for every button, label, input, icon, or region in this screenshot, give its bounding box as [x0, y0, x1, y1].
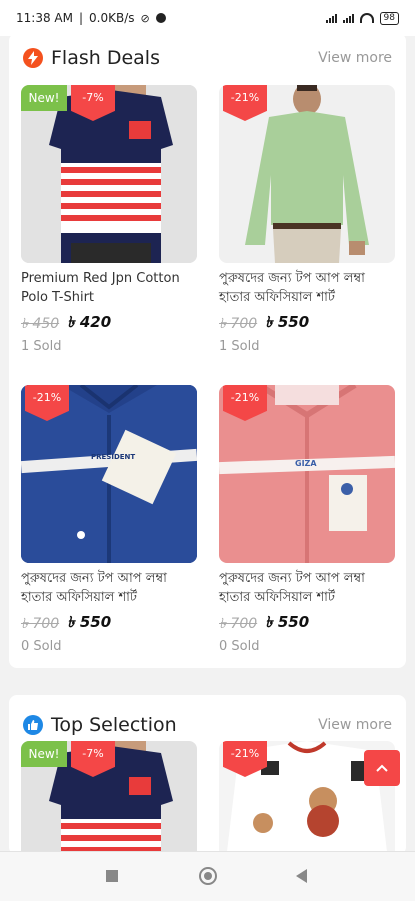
old-price: ৳ 700 [21, 615, 60, 632]
lightning-icon [23, 48, 43, 68]
flash-deals-title-wrap: Flash Deals [23, 47, 160, 69]
scroll-to-top-button[interactable] [364, 750, 400, 786]
product-title[interactable]: পুরুষদের জন্য টপ আপ লম্বা হাতার অফিসিয়া… [21, 569, 197, 607]
sold-count: 0 Sold [219, 639, 260, 654]
wifi-icon [359, 13, 374, 23]
old-price: ৳ 450 [21, 315, 60, 332]
battery-icon: 98 [379, 11, 399, 25]
new-badge: New! [21, 741, 67, 767]
product-card[interactable]: New! -7% [21, 741, 197, 855]
current-price: ৳ 550 [265, 613, 310, 631]
brand-label: PRESIDENT [91, 453, 136, 461]
product-image[interactable]: New! -7% [21, 85, 197, 263]
signal-icon [325, 13, 337, 23]
top-selection-section: Top Selection View more New! -7% -21% [9, 695, 406, 855]
top-selection-title-wrap: Top Selection [23, 714, 177, 736]
product-image[interactable]: New! -7% [21, 741, 197, 855]
product-image[interactable]: GIZA -21% [219, 385, 395, 563]
old-price: ৳ 700 [219, 615, 258, 632]
price-row: ৳ 700 ৳ 550 [21, 611, 111, 636]
product-card[interactable]: PRESIDENT -21% পুরুষদের জন্য টপ আপ লম্বা… [21, 385, 197, 675]
product-card[interactable]: New! -7% Premium Red Jpn Cotton Polo T-S… [21, 85, 197, 375]
chevron-up-icon [376, 764, 388, 772]
price-row: ৳ 700 ৳ 550 [219, 311, 309, 336]
product-card[interactable]: -21% পুরুষদের জন্য টপ আপ লম্বা হাতার অফি… [219, 85, 395, 375]
new-badge: New! [21, 85, 67, 111]
price-row: ৳ 450 ৳ 420 [21, 311, 111, 336]
status-network-speed: 0.0KB/s [89, 11, 135, 25]
sold-count: 0 Sold [21, 639, 62, 654]
status-right: 98 [325, 11, 399, 25]
messenger-icon [155, 13, 166, 23]
flash-deals-section: Flash Deals View more New! -7% Premium R… [9, 33, 406, 668]
status-bar: 11:38 AM | 0.0KB/s ⊘ 98 [0, 0, 415, 36]
product-image[interactable]: PRESIDENT -21% [21, 385, 197, 563]
status-time: 11:38 AM [16, 11, 73, 25]
flash-deals-title: Flash Deals [51, 47, 160, 69]
current-price: ৳ 550 [67, 613, 112, 631]
top-selection-title: Top Selection [51, 714, 177, 736]
sold-count: 1 Sold [219, 339, 260, 354]
product-title[interactable]: Premium Red Jpn Cotton Polo T-Shirt [21, 269, 197, 307]
flash-deals-view-more-link[interactable]: View more [318, 50, 392, 66]
top-selection-view-more-link[interactable]: View more [318, 717, 392, 733]
back-icon[interactable] [296, 869, 307, 883]
sync-off-icon: ⊘ [140, 11, 150, 25]
status-sep: | [78, 11, 84, 25]
home-icon[interactable] [199, 867, 217, 885]
product-title[interactable]: পুরুষদের জন্য টপ আপ লম্বা হাতার অফিসিয়া… [219, 569, 395, 607]
signal-icon [342, 13, 354, 23]
sold-count: 1 Sold [21, 339, 62, 354]
old-price: ৳ 700 [219, 315, 258, 332]
product-card[interactable]: GIZA -21% পুরুষদের জন্য টপ আপ লম্বা হাতা… [219, 385, 395, 675]
current-price: ৳ 420 [67, 313, 112, 331]
flash-deals-header: Flash Deals View more [9, 33, 406, 83]
brand-label: GIZA [295, 459, 317, 468]
system-nav-bar [0, 851, 415, 901]
thumbs-up-icon [23, 715, 43, 735]
product-title[interactable]: পুরুষদের জন্য টপ আপ লম্বা হাতার অফিসিয়া… [219, 269, 395, 307]
recent-apps-icon[interactable] [106, 870, 118, 882]
price-row: ৳ 700 ৳ 550 [219, 611, 309, 636]
status-left: 11:38 AM | 0.0KB/s ⊘ [16, 11, 166, 25]
current-price: ৳ 550 [265, 313, 310, 331]
product-image[interactable]: -21% [219, 85, 395, 263]
